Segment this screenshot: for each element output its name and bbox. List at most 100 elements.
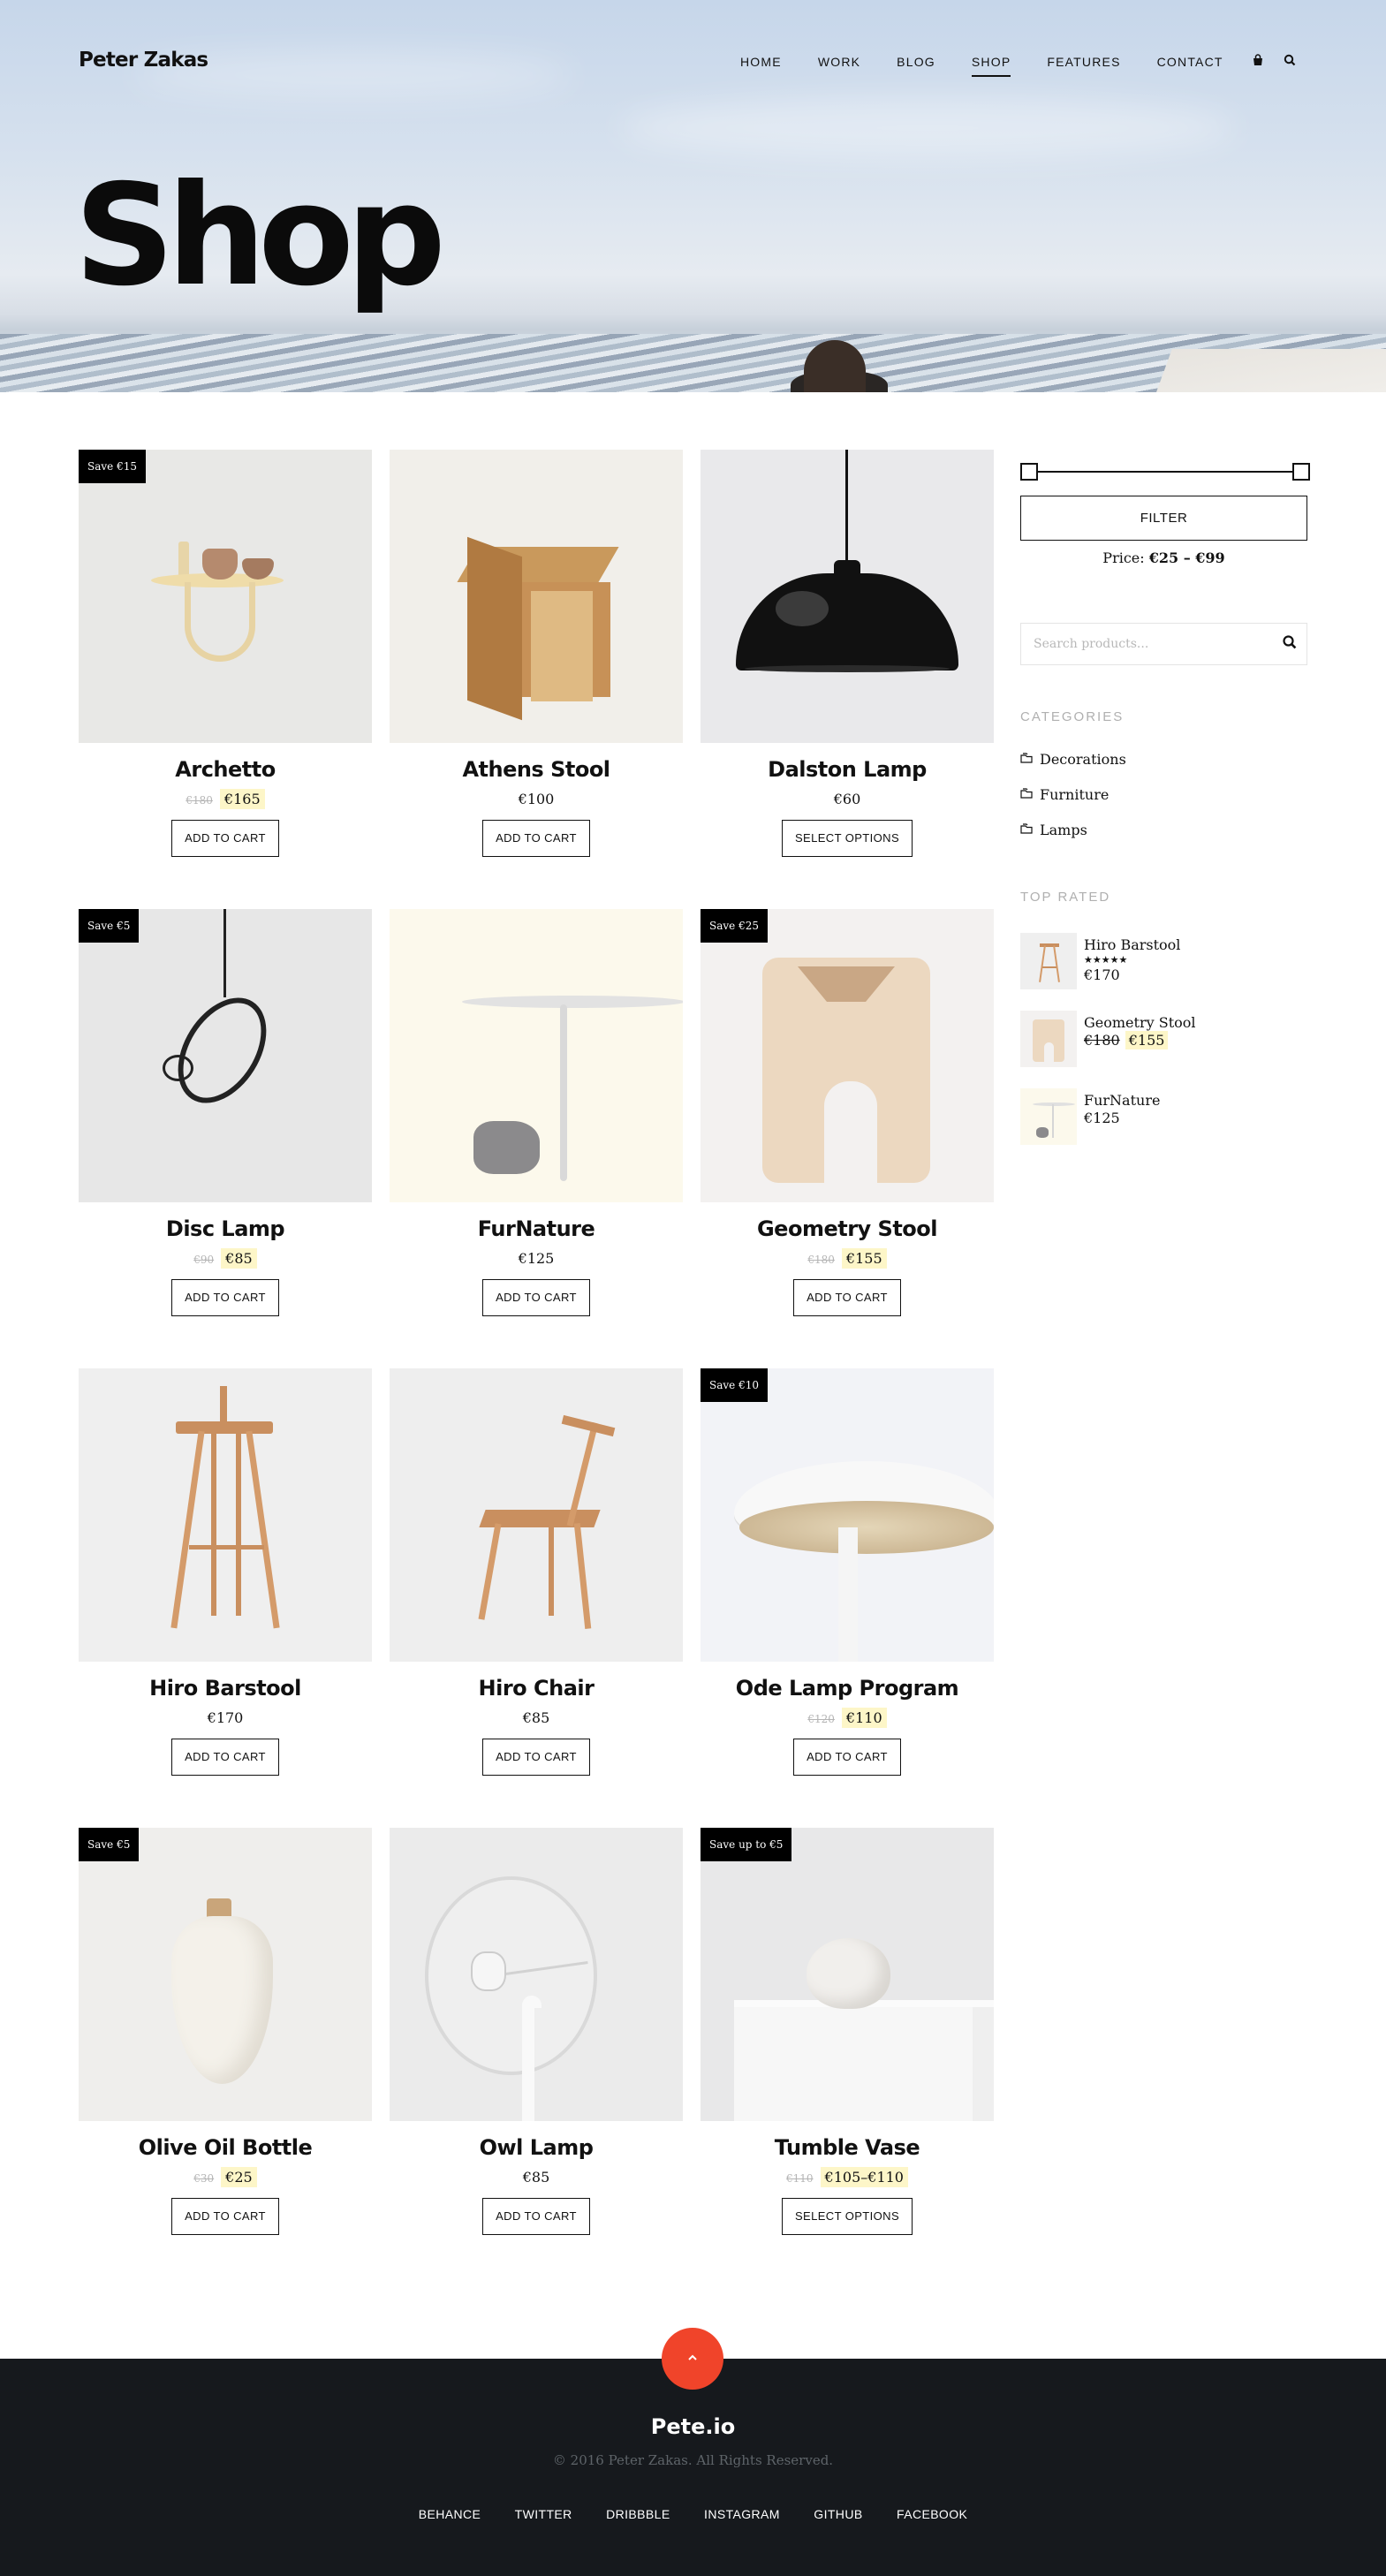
price-slider-max-handle[interactable]: [1292, 463, 1310, 481]
product-image[interactable]: Save €5: [79, 909, 372, 1202]
product-card: Save €10 Ode Lamp Program €120 €110 ADD T…: [701, 1368, 994, 1776]
footer-link-twitter[interactable]: TWITTER: [515, 2507, 572, 2521]
add-to-cart-button[interactable]: ADD TO CART: [482, 1279, 590, 1316]
top-rated-thumb[interactable]: [1020, 933, 1077, 989]
select-options-button[interactable]: SELECT OPTIONS: [781, 820, 913, 857]
add-to-cart-button[interactable]: ADD TO CART: [482, 1739, 590, 1776]
product-image[interactable]: [390, 1828, 683, 2121]
category-link-furniture[interactable]: Furniture: [1020, 786, 1109, 803]
top-rated-price: €180 €155: [1084, 1031, 1169, 1049]
price-slider-track[interactable]: [1028, 471, 1299, 473]
add-to-cart-button[interactable]: ADD TO CART: [793, 1739, 901, 1776]
product-name[interactable]: Archetto: [79, 756, 372, 783]
main-nav: HOME WORK BLOG SHOP FEATURES CONTACT: [740, 51, 1296, 77]
nav-features[interactable]: FEATURES: [1047, 55, 1120, 69]
product-name[interactable]: Ode Lamp Program: [701, 1675, 994, 1701]
top-rated-name[interactable]: Hiro Barstool: [1084, 936, 1180, 953]
category-link-lamps[interactable]: Lamps: [1020, 822, 1087, 838]
footer-link-github[interactable]: GITHUB: [814, 2507, 862, 2521]
product-image[interactable]: Save €25: [701, 909, 994, 1202]
search-icon[interactable]: [1282, 634, 1298, 655]
product-price: €180 €165: [79, 788, 372, 811]
top-rated-thumb[interactable]: [1020, 1011, 1077, 1067]
top-rated-item[interactable]: Geometry Stool €180 €155: [1020, 1011, 1307, 1067]
product-price: €170: [79, 1707, 372, 1730]
top-rated-item[interactable]: Hiro Barstool ★★★★★ €170: [1020, 933, 1307, 989]
product-name[interactable]: Hiro Chair: [390, 1675, 683, 1701]
category-label: Furniture: [1040, 786, 1110, 803]
product-image[interactable]: [79, 1368, 372, 1662]
shopping-bag-icon[interactable]: [1252, 53, 1264, 71]
footer-brand[interactable]: Pete.io: [0, 2414, 1386, 2439]
sale-badge: Save €25: [701, 909, 768, 943]
sale-price: €110: [841, 1708, 887, 1728]
product-price: €85: [390, 2166, 683, 2189]
product-image[interactable]: [390, 909, 683, 1202]
top-rated-price: €125: [1084, 1110, 1120, 1126]
product-name[interactable]: Disc Lamp: [79, 1216, 372, 1242]
product-image[interactable]: [701, 450, 994, 743]
back-to-top-button[interactable]: [662, 2328, 723, 2390]
sale-price: €155: [1125, 1031, 1169, 1049]
select-options-button[interactable]: SELECT OPTIONS: [781, 2198, 913, 2235]
add-to-cart-button[interactable]: ADD TO CART: [482, 2198, 590, 2235]
add-to-cart-button[interactable]: ADD TO CART: [171, 1279, 279, 1316]
top-rated-name[interactable]: Geometry Stool: [1084, 1014, 1196, 1031]
top-rated-title: TOP RATED: [1020, 890, 1111, 905]
product-price-value: €125: [518, 1250, 555, 1267]
footer-link-dribbble[interactable]: DRIBBBLE: [606, 2507, 670, 2521]
top-rated-item[interactable]: FurNature €125: [1020, 1088, 1307, 1145]
old-price: €180: [186, 794, 213, 807]
product-image[interactable]: Save up to €5: [701, 1828, 994, 2121]
category-link-decorations[interactable]: Decorations: [1020, 751, 1126, 768]
add-to-cart-button[interactable]: ADD TO CART: [482, 820, 590, 857]
category-label: Decorations: [1040, 751, 1126, 768]
product-name[interactable]: Hiro Barstool: [79, 1675, 372, 1701]
product-card: Athens Stool €100 ADD TO CART: [390, 450, 683, 857]
nav-contact[interactable]: CONTACT: [1157, 55, 1223, 69]
product-price-value: €85: [522, 1709, 550, 1726]
sale-badge: Save €5: [79, 909, 140, 943]
product-image[interactable]: Save €5: [79, 1828, 372, 2121]
filter-button[interactable]: FILTER: [1020, 496, 1307, 541]
product-price-value: €60: [833, 791, 861, 807]
footer-link-instagram[interactable]: INSTAGRAM: [704, 2507, 780, 2521]
old-price: €180: [807, 1254, 835, 1266]
add-to-cart-button[interactable]: ADD TO CART: [171, 820, 279, 857]
product-name[interactable]: Dalston Lamp: [701, 756, 994, 783]
search-icon[interactable]: [1284, 54, 1296, 71]
product-search-input[interactable]: [1021, 624, 1260, 664]
add-to-cart-button[interactable]: ADD TO CART: [171, 1739, 279, 1776]
product-name[interactable]: FurNature: [390, 1216, 683, 1242]
product-name[interactable]: Tumble Vase: [701, 2134, 994, 2161]
hero-cloud: [618, 97, 1237, 159]
sale-price: €105–€110: [820, 2167, 908, 2187]
nav-blog[interactable]: BLOG: [897, 55, 935, 69]
nav-work[interactable]: WORK: [818, 55, 860, 69]
add-to-cart-button[interactable]: ADD TO CART: [171, 2198, 279, 2235]
add-to-cart-button[interactable]: ADD TO CART: [793, 1279, 901, 1316]
product-image[interactable]: [390, 450, 683, 743]
price-label: Price:: [1102, 549, 1145, 566]
top-rated-thumb[interactable]: [1020, 1088, 1077, 1145]
product-name[interactable]: Athens Stool: [390, 756, 683, 783]
product-image[interactable]: Save €10: [701, 1368, 994, 1662]
footer-link-behance[interactable]: BEHANCE: [419, 2507, 481, 2521]
product-name[interactable]: Owl Lamp: [390, 2134, 683, 2161]
nav-shop[interactable]: SHOP: [971, 55, 1011, 77]
site-logo[interactable]: Peter Zakas: [79, 49, 208, 72]
product-card: Hiro Barstool €170 ADD TO CART: [79, 1368, 372, 1776]
sale-price: €85: [221, 1248, 257, 1269]
product-image[interactable]: [390, 1368, 683, 1662]
sale-price: €165: [219, 789, 265, 809]
price-slider-min-handle[interactable]: [1020, 463, 1038, 481]
price-range-label: Price: €25 – €99: [1020, 549, 1307, 566]
top-rated-name[interactable]: FurNature: [1084, 1092, 1160, 1109]
product-search: [1020, 623, 1307, 665]
product-name[interactable]: Olive Oil Bottle: [79, 2134, 372, 2161]
product-image[interactable]: Save €15: [79, 450, 372, 743]
nav-home[interactable]: HOME: [740, 55, 782, 69]
product-name[interactable]: Geometry Stool: [701, 1216, 994, 1242]
footer-link-facebook[interactable]: FACEBOOK: [897, 2507, 967, 2521]
sale-price: €25: [221, 2167, 257, 2187]
